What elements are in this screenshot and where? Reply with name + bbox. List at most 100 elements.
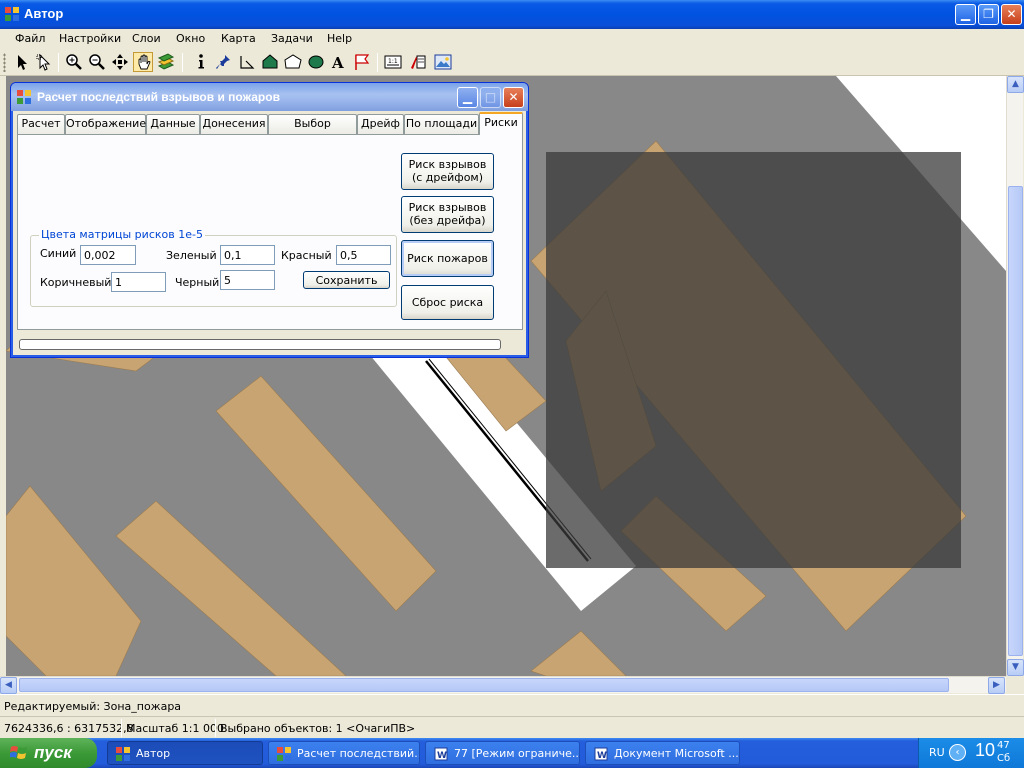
risk-explosion-nodrift-button[interactable]: Риск взрывов (без дрейфа) — [401, 196, 494, 233]
brown-label: Коричневый — [40, 276, 112, 289]
dialog-title-bar[interactable]: Расчет последствий взрывов и пожаров ▁ □… — [11, 83, 528, 111]
status-coords: 7624336,6 : 6317532,8 — [4, 722, 134, 735]
tab-calc[interactable]: Расчет — [17, 114, 65, 134]
task-word-77[interactable]: W 77 [Режим ограниче... — [425, 741, 580, 765]
button-label: (без дрейфа) — [409, 214, 486, 227]
red-input[interactable] — [336, 245, 391, 265]
restore-button[interactable]: ❐ — [978, 4, 999, 25]
layers-icon[interactable] — [156, 52, 176, 72]
vertical-scrollbar[interactable]: ▲ ▼ — [1006, 76, 1024, 676]
pin-icon[interactable] — [214, 52, 234, 72]
tab-by-area[interactable]: По площади — [404, 114, 479, 134]
task-word-doc[interactable]: W Документ Microsoft ... — [585, 741, 740, 765]
flag-icon[interactable] — [352, 52, 372, 72]
dialog-minimize-button[interactable]: ▁ — [457, 87, 478, 108]
taskbar: пуск Автор Расчет последствий... W 77 [Р… — [0, 738, 1024, 768]
svg-text:W: W — [437, 751, 447, 761]
horizontal-scroll-thumb[interactable] — [19, 678, 949, 692]
language-indicator[interactable]: RU — [929, 746, 945, 759]
polygon-filled-icon[interactable] — [260, 52, 280, 72]
hand-icon[interactable] — [133, 52, 153, 72]
pan-move-icon[interactable] — [110, 52, 130, 72]
close-button[interactable]: ✕ — [1001, 4, 1022, 25]
scale-icon[interactable]: 1:1 — [383, 52, 403, 72]
menu-settings[interactable]: Настройки — [59, 32, 121, 45]
tray-expand-icon[interactable]: ‹ — [949, 744, 966, 761]
ellipse-icon[interactable] — [306, 52, 326, 72]
group-title: Цвета матрицы рисков 1е-5 — [39, 228, 205, 241]
black-input[interactable] — [220, 270, 275, 290]
dialog-title: Расчет последствий взрывов и пожаров — [37, 90, 280, 104]
status-bar-edit: Редактируемый: Зона_пожара — [0, 694, 1024, 716]
scroll-left-button[interactable]: ◀ — [0, 677, 17, 694]
reset-risk-button[interactable]: Сброс риска — [401, 285, 494, 320]
red-label: Красный — [281, 249, 332, 262]
menu-layers[interactable]: Слои — [132, 32, 161, 45]
risk-explosion-drift-button[interactable]: Риск взрывов (с дрейфом) — [401, 153, 494, 190]
tab-reports[interactable]: Донесения — [200, 114, 268, 134]
save-button[interactable]: Сохранить — [303, 271, 390, 289]
app-icon — [5, 7, 19, 21]
tab-drift[interactable]: Дрейф — [357, 114, 404, 134]
properties-icon[interactable] — [408, 52, 428, 72]
main-title-bar: Автор ▁ ❐ ✕ — [0, 0, 1024, 29]
scroll-right-button[interactable]: ▶ — [988, 677, 1005, 694]
image-icon[interactable] — [433, 52, 453, 72]
scroll-up-button[interactable]: ▲ — [1007, 76, 1024, 93]
risk-fire-button[interactable]: Риск пожаров — [401, 240, 494, 277]
brown-input[interactable] — [111, 272, 166, 292]
status-separator — [215, 719, 216, 737]
svg-text:A: A — [331, 54, 344, 72]
scroll-down-button[interactable]: ▼ — [1007, 659, 1024, 676]
status-bar-info: 7624336,6 : 6317532,8 Масштаб 1:1 000 Вы… — [0, 716, 1024, 738]
vertical-scroll-thumb[interactable] — [1008, 186, 1023, 656]
tab-select-object[interactable]: Выбор объекта — [268, 114, 357, 148]
app-icon — [277, 747, 291, 761]
select-arrow-icon[interactable] — [12, 52, 32, 72]
clock-minutes: 47 — [997, 740, 1010, 751]
horizontal-scrollbar[interactable]: ◀ ▶ — [0, 676, 1006, 694]
polygon-outline-icon[interactable] — [283, 52, 303, 72]
risk-zone-overlay[interactable] — [546, 152, 961, 568]
task-avtor[interactable]: Автор — [107, 741, 263, 765]
tab-risks[interactable]: Риски — [479, 112, 523, 135]
green-input[interactable] — [220, 245, 275, 265]
menu-tasks[interactable]: Задачи — [271, 32, 313, 45]
text-icon[interactable]: A — [329, 52, 349, 72]
status-separator — [121, 719, 122, 737]
dialog-maximize-button: □ — [480, 87, 501, 108]
start-button[interactable]: пуск — [0, 738, 97, 768]
word-doc-icon: W — [434, 747, 448, 761]
tab-display[interactable]: Отображение — [65, 114, 146, 134]
button-label: Сохранить — [315, 274, 378, 287]
zoom-out-icon[interactable] — [87, 52, 107, 72]
progress-bar — [19, 339, 501, 350]
toolbar-separator — [58, 53, 59, 72]
task-calc[interactable]: Расчет последствий... — [268, 741, 420, 765]
info-icon[interactable] — [191, 52, 211, 72]
task-label: 77 [Режим ограниче... — [454, 747, 580, 760]
toolbar-grip[interactable] — [3, 53, 6, 72]
status-scale: Масштаб 1:1 000 — [126, 722, 224, 735]
system-tray: RU ‹ 10 47 Сб — [918, 738, 1024, 768]
button-label: (с дрейфом) — [411, 171, 484, 184]
tab-data[interactable]: Данные — [146, 114, 200, 134]
select-objects-icon[interactable] — [34, 52, 54, 72]
menu-file[interactable]: Файл — [15, 32, 45, 45]
menu-help[interactable]: Help — [327, 32, 352, 45]
status-editable: Редактируемый: Зона_пожара — [4, 700, 182, 713]
clock-day: Сб — [997, 753, 1011, 764]
dialog-close-button[interactable]: ✕ — [503, 87, 524, 108]
minimize-button[interactable]: ▁ — [955, 4, 976, 25]
risks-tab-panel: Риск взрывов (с дрейфом) Риск взрывов (б… — [17, 134, 523, 330]
toolbar-separator — [182, 53, 183, 72]
app-icon — [116, 747, 130, 761]
polyline-icon[interactable] — [237, 52, 257, 72]
status-selected: Выбрано объектов: 1 <ОчагиПВ> — [220, 722, 416, 735]
zoom-in-icon[interactable] — [64, 52, 84, 72]
app-icon — [17, 90, 31, 104]
menu-bar: Файл Настройки Слои Окно Карта Задачи He… — [0, 29, 1024, 49]
menu-window[interactable]: Окно — [176, 32, 205, 45]
blue-input[interactable] — [80, 245, 136, 265]
menu-map[interactable]: Карта — [221, 32, 256, 45]
